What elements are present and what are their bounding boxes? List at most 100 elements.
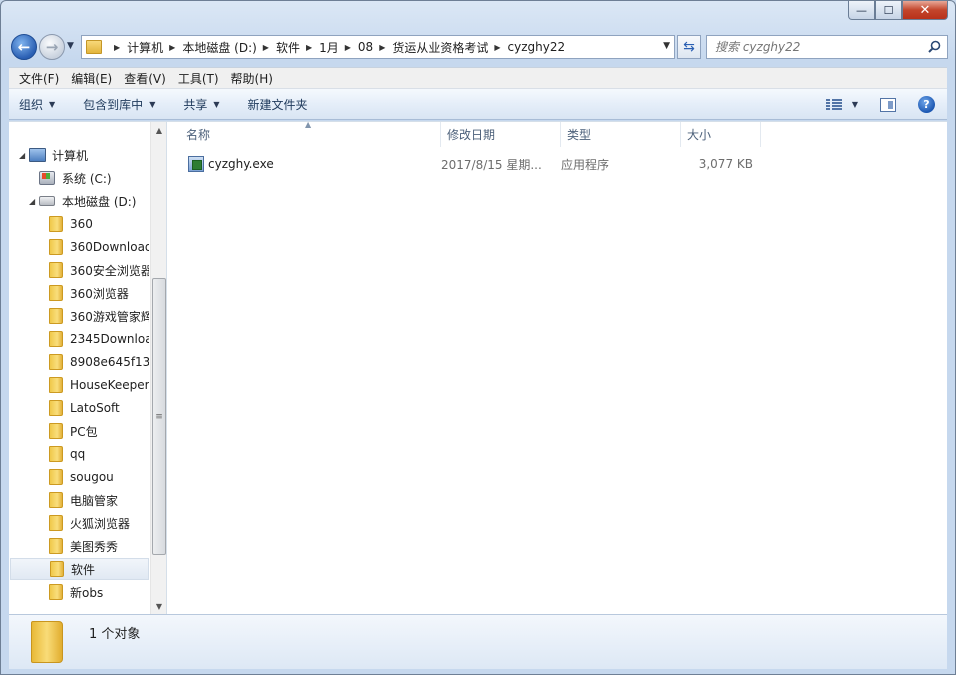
new-folder-button[interactable]: 新建文件夹 [248, 96, 308, 113]
menu-bar: 文件(F) 编辑(E) 查看(V) 工具(T) 帮助(H) [9, 67, 947, 89]
tree-item-folder[interactable]: qq [9, 443, 149, 465]
forward-button[interactable]: → [39, 34, 65, 60]
tree-item-folder[interactable]: PC包 [9, 420, 149, 442]
tree-item-folder[interactable]: 美图秀秀 [9, 535, 149, 557]
tree-item-folder[interactable]: 360Download [9, 236, 149, 258]
folder-icon [50, 561, 64, 577]
application-icon [188, 156, 204, 172]
breadcrumb-item[interactable]: 本地磁盘 (D:) ▶ [182, 39, 276, 56]
tree-item-local-disk-d[interactable]: ◢ 本地磁盘 (D:) [9, 190, 149, 212]
explorer-window: — ☐ ✕ ← → ▼ ▶ 计算机 ▶ 本地磁盘 (D:) ▶ 软件 ▶ 1月 ▶ 08… [0, 0, 956, 675]
tree-item-folder[interactable]: 360浏览器 [9, 282, 149, 304]
organize-button[interactable]: 组织 ▼ [19, 96, 55, 113]
folder-icon [49, 377, 63, 393]
folder-icon [49, 239, 63, 255]
tree-item-folder[interactable]: sougou [9, 466, 149, 488]
folder-icon [49, 446, 63, 462]
search-icon[interactable] [928, 40, 941, 53]
tree-item-folder[interactable]: HouseKeeper [9, 374, 149, 396]
scroll-thumb[interactable]: ≡ [152, 278, 166, 555]
command-bar: 组织 ▼ 包含到库中 ▼ 共享 ▼ 新建文件夹 ▼ ? [9, 89, 947, 120]
navigation-pane: ◢ 计算机 系统 (C:) ◢ 本地磁盘 (D:) 360 360Downloa… [9, 122, 167, 615]
help-icon[interactable]: ? [918, 96, 935, 113]
back-arrow-icon: ← [17, 38, 31, 56]
folder-icon [49, 584, 63, 600]
tree-item-folder[interactable]: 360安全浏览器 [9, 259, 149, 281]
sort-ascending-icon: ▲ [305, 120, 312, 129]
tree-item-folder[interactable]: 电脑管家 [9, 489, 149, 511]
chevron-down-icon: ▼ [149, 99, 156, 109]
column-header-type[interactable]: 类型 [561, 122, 681, 147]
breadcrumb-item-current[interactable]: cyzghy22 [508, 40, 566, 54]
address-bar[interactable]: ▶ 计算机 ▶ 本地磁盘 (D:) ▶ 软件 ▶ 1月 ▶ 08 ▶ 货运从业资格考试 ▶ … [81, 35, 675, 59]
folder-icon [49, 469, 63, 485]
tree-item-folder[interactable]: LatoSoft [9, 397, 149, 419]
tree-item-folder[interactable]: 火狐浏览器 [9, 512, 149, 534]
view-dropdown-icon[interactable]: ▼ [852, 100, 858, 109]
close-button[interactable]: ✕ [902, 1, 948, 20]
menu-view[interactable]: 查看(V) [118, 70, 172, 87]
breadcrumb-item[interactable]: 货运从业资格考试 ▶ [392, 39, 507, 56]
back-button[interactable]: ← [11, 34, 37, 60]
maximize-button[interactable]: ☐ [875, 1, 902, 20]
folder-icon [49, 285, 63, 301]
file-modified: 2017/8/15 星期... [441, 157, 542, 172]
minimize-button[interactable]: — [848, 1, 875, 20]
tree-item-folder-selected[interactable]: 软件 [10, 558, 149, 580]
chevron-right-icon[interactable]: ▶ [306, 43, 312, 52]
breadcrumb-separator[interactable]: ▶ [108, 43, 127, 52]
column-header-modified[interactable]: 修改日期 [441, 122, 561, 147]
expand-icon[interactable]: ◢ [19, 151, 25, 160]
forward-arrow-icon: → [45, 38, 59, 56]
address-row: ← → ▼ ▶ 计算机 ▶ 本地磁盘 (D:) ▶ 软件 ▶ 1月 ▶ 08 ▶ 货运从业… [9, 31, 948, 63]
include-in-library-button[interactable]: 包含到库中 ▼ [83, 96, 155, 113]
folder-icon [49, 423, 63, 439]
scroll-down-icon[interactable]: ▼ [151, 598, 166, 615]
menu-file[interactable]: 文件(F) [13, 70, 65, 87]
menu-tools[interactable]: 工具(T) [172, 70, 225, 87]
nav-scrollbar[interactable]: ▲ ≡ ▼ [150, 122, 166, 615]
chevron-right-icon[interactable]: ▶ [494, 43, 500, 52]
chevron-down-icon: ▼ [213, 99, 220, 109]
column-header-name[interactable]: ▲ 名称 [168, 120, 441, 147]
chevron-right-icon[interactable]: ▶ [345, 43, 351, 52]
scroll-up-icon[interactable]: ▲ [151, 122, 166, 139]
chevron-right-icon[interactable]: ▶ [263, 43, 269, 52]
menu-edit[interactable]: 编辑(E) [65, 70, 118, 87]
tree-item-folder[interactable]: 2345Downloa [9, 328, 149, 350]
chevron-right-icon[interactable]: ▶ [379, 43, 385, 52]
breadcrumb-item[interactable]: 软件 ▶ [276, 39, 319, 56]
folder-icon [49, 515, 63, 531]
file-row[interactable]: cyzghy.exe 2017/8/15 星期... 应用程序 3,077 KB [168, 153, 768, 175]
folder-icon [49, 400, 63, 416]
close-icon: ✕ [919, 2, 931, 18]
tree-item-folder[interactable]: 360 [9, 213, 149, 235]
folder-icon [49, 262, 63, 278]
breadcrumb-item[interactable]: 08 ▶ [358, 40, 392, 54]
menu-help[interactable]: 帮助(H) [225, 70, 279, 87]
refresh-button[interactable]: ⇆ [677, 35, 701, 59]
address-dropdown-icon[interactable]: ▼ [663, 41, 670, 51]
search-input[interactable] [715, 40, 920, 54]
folder-icon [49, 492, 63, 508]
tree-item-folder[interactable]: 8908e645f138 [9, 351, 149, 373]
view-options-icon[interactable] [825, 98, 842, 111]
tree-item-computer[interactable]: ◢ 计算机 [9, 144, 149, 166]
tree-item-system-drive[interactable]: 系统 (C:) [9, 167, 149, 189]
share-button[interactable]: 共享 ▼ [183, 96, 219, 113]
expand-icon[interactable]: ◢ [29, 197, 35, 206]
recent-pages-dropdown[interactable]: ▼ [67, 41, 74, 51]
minimize-icon: — [856, 3, 867, 17]
breadcrumb-item[interactable]: 计算机 ▶ [127, 39, 182, 56]
tree-item-folder[interactable]: 新obs [9, 581, 149, 603]
tree-item-folder[interactable]: 360游戏管家辉 [9, 305, 149, 327]
column-header-size[interactable]: 大小 [681, 122, 761, 147]
content-area: ◢ 计算机 系统 (C:) ◢ 本地磁盘 (D:) 360 360Downloa… [9, 120, 947, 615]
folder-icon [49, 308, 63, 324]
breadcrumb-item[interactable]: 1月 ▶ [319, 39, 358, 56]
preview-pane-icon[interactable] [880, 97, 896, 112]
chevron-right-icon[interactable]: ▶ [169, 43, 175, 52]
folder-icon [49, 331, 63, 347]
file-list-pane: ▲ 名称 修改日期 类型 大小 cyzghy.exe 2017/8/15 星期.… [168, 120, 947, 615]
search-box[interactable] [706, 35, 948, 59]
